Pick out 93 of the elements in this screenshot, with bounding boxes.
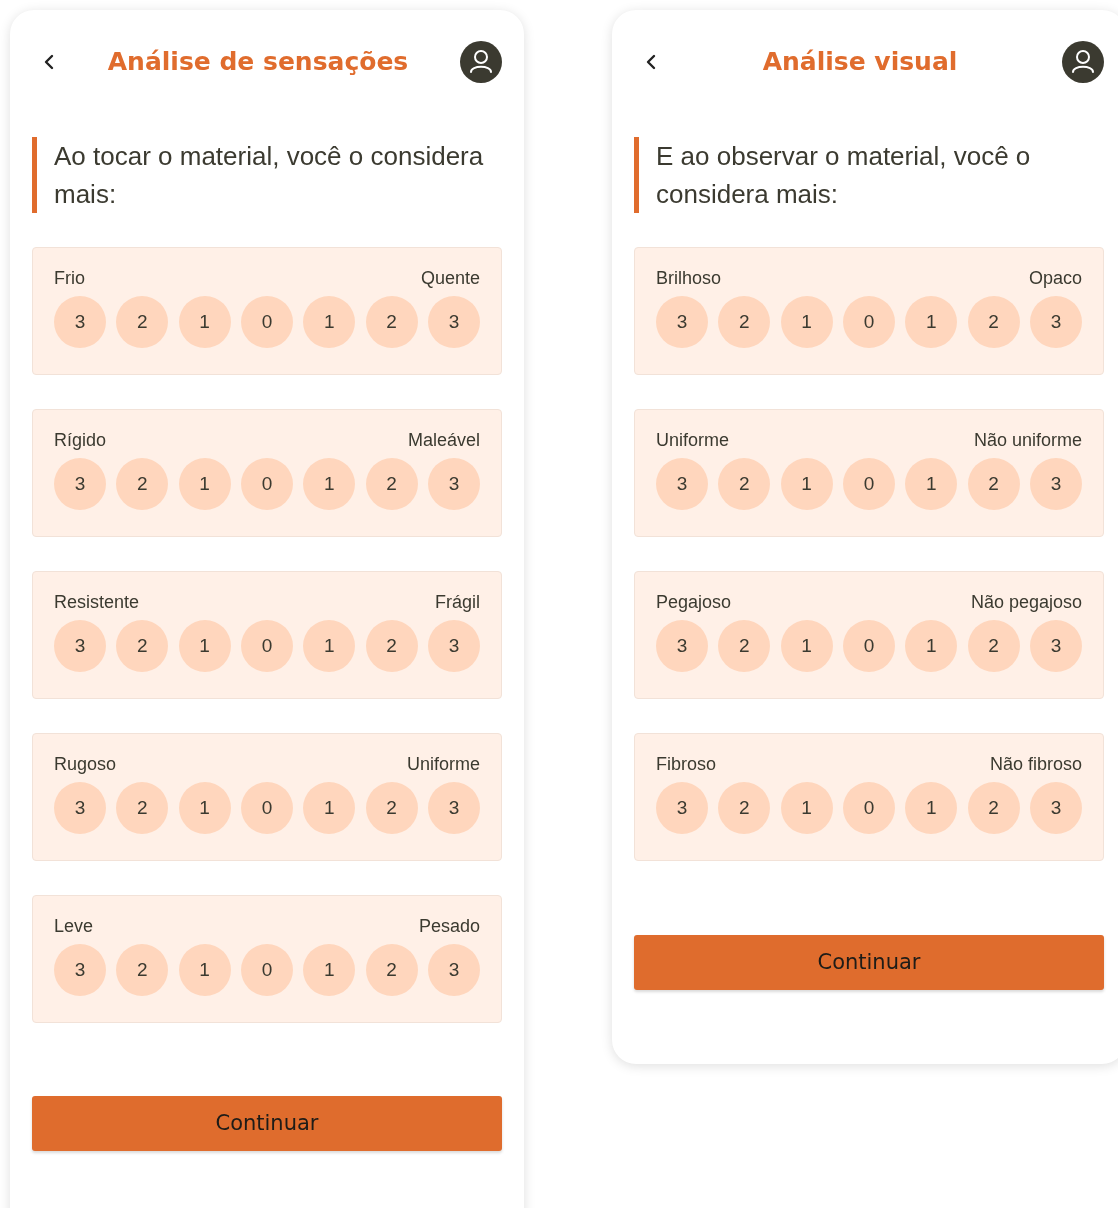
screen-title: Análise visual — [762, 46, 958, 79]
rating-option[interactable]: 3 — [427, 944, 480, 996]
rating-option[interactable]: 3 — [54, 458, 106, 510]
scale-left-label: Frio — [54, 267, 85, 289]
rating-option[interactable]: 1 — [303, 782, 356, 834]
rating-option[interactable]: 1 — [178, 620, 231, 672]
scale-right-label: Não pegajoso — [970, 591, 1082, 613]
scale-right-label: Uniforme — [406, 753, 480, 775]
rating-option[interactable]: 3 — [1029, 782, 1082, 834]
rating-option[interactable]: 2 — [116, 944, 169, 996]
rating-option[interactable]: 2 — [365, 944, 418, 996]
scale-left-label: Leve — [54, 915, 94, 937]
rating-option[interactable]: 0 — [241, 296, 293, 348]
scale-right-label: Frágil — [435, 591, 480, 613]
scale-left-label: Resistente — [54, 591, 140, 613]
profile-button[interactable] — [1062, 41, 1104, 83]
scale-left-label: Rígido — [54, 429, 107, 451]
rating-option[interactable]: 2 — [718, 458, 771, 510]
rating-option[interactable]: 3 — [656, 296, 708, 348]
rating-option[interactable]: 2 — [365, 458, 418, 510]
rating-option[interactable]: 3 — [427, 296, 480, 348]
rating-option[interactable]: 3 — [427, 620, 480, 672]
rating-option[interactable]: 1 — [905, 458, 958, 510]
rating-option[interactable]: 2 — [116, 458, 169, 510]
rating-option[interactable]: 3 — [656, 458, 708, 510]
rating-option[interactable]: 3 — [54, 944, 106, 996]
back-icon — [42, 53, 56, 71]
rating-option[interactable]: 0 — [241, 458, 293, 510]
rating-option[interactable]: 1 — [178, 296, 231, 348]
rating-option[interactable]: 0 — [843, 782, 895, 834]
rating-option[interactable]: 0 — [241, 782, 293, 834]
rating-option[interactable]: 2 — [116, 296, 169, 348]
rating-option[interactable]: 3 — [656, 782, 708, 834]
rating-option[interactable]: 3 — [427, 458, 480, 510]
rating-option[interactable]: 0 — [843, 620, 895, 672]
rating-option[interactable]: 0 — [843, 296, 895, 348]
continue-button[interactable]: Continuar — [634, 935, 1104, 990]
rating-option[interactable]: 0 — [241, 620, 293, 672]
back-icon — [644, 53, 658, 71]
scale-right-label: Opaco — [1028, 267, 1082, 289]
rating-option[interactable]: 0 — [843, 458, 895, 510]
screen-title: Análise de sensações — [107, 46, 409, 79]
rating-option[interactable]: 1 — [905, 782, 958, 834]
rating-option[interactable]: 1 — [780, 620, 833, 672]
rating-option[interactable]: 1 — [178, 782, 231, 834]
rating-option[interactable]: 2 — [967, 620, 1020, 672]
scale-left-label: Brilhoso — [656, 267, 722, 289]
rating-option[interactable]: 3 — [54, 296, 106, 348]
rating-option[interactable]: 3 — [1029, 296, 1082, 348]
rating-option[interactable]: 1 — [780, 782, 833, 834]
scale-right-label: Quente — [420, 267, 480, 289]
question-text: Ao tocar o material, você o considera mais: — [32, 137, 502, 213]
scale-left-label: Pegajoso — [656, 591, 732, 613]
rating-option[interactable]: 3 — [54, 620, 106, 672]
rating-option[interactable]: 0 — [241, 944, 293, 996]
scale-right-label: Não fibroso — [989, 753, 1082, 775]
rating-option[interactable]: 1 — [303, 944, 356, 996]
rating-option[interactable]: 3 — [54, 782, 106, 834]
user-icon — [460, 41, 502, 83]
rating-option[interactable]: 2 — [365, 620, 418, 672]
continue-button[interactable]: Continuar — [32, 1096, 502, 1151]
rating-option[interactable]: 1 — [178, 458, 231, 510]
rating-option[interactable]: 1 — [905, 620, 958, 672]
rating-option[interactable]: 2 — [365, 782, 418, 834]
rating-option[interactable]: 3 — [656, 620, 708, 672]
rating-option[interactable]: 2 — [967, 458, 1020, 510]
rating-option[interactable]: 1 — [303, 458, 356, 510]
profile-button[interactable] — [460, 41, 502, 83]
scale-left-label: Rugoso — [54, 753, 117, 775]
rating-option[interactable]: 3 — [427, 782, 480, 834]
scale-left-label: Fibroso — [656, 753, 717, 775]
rating-option[interactable]: 2 — [967, 296, 1020, 348]
rating-option[interactable]: 2 — [967, 782, 1020, 834]
rating-option[interactable]: 2 — [718, 296, 771, 348]
rating-option[interactable]: 2 — [718, 620, 771, 672]
rating-option[interactable]: 1 — [780, 296, 833, 348]
question-text: E ao observar o material, você o considera mais: — [634, 137, 1104, 213]
scale-right-label: Pesado — [418, 915, 480, 937]
user-icon — [1062, 41, 1104, 83]
rating-option[interactable]: 1 — [905, 296, 958, 348]
rating-option[interactable]: 2 — [365, 296, 418, 348]
rating-option[interactable]: 2 — [718, 782, 771, 834]
scale-right-label: Maleável — [407, 429, 480, 451]
rating-option[interactable]: 1 — [178, 944, 231, 996]
rating-option[interactable]: 3 — [1029, 620, 1082, 672]
rating-option[interactable]: 3 — [1029, 458, 1082, 510]
scale-left-label: Uniforme — [656, 429, 730, 451]
rating-option[interactable]: 1 — [303, 620, 356, 672]
rating-option[interactable]: 2 — [116, 620, 169, 672]
rating-option[interactable]: 2 — [116, 782, 169, 834]
rating-option[interactable]: 1 — [780, 458, 833, 510]
scale-right-label: Não uniforme — [973, 429, 1082, 451]
rating-option[interactable]: 1 — [303, 296, 356, 348]
